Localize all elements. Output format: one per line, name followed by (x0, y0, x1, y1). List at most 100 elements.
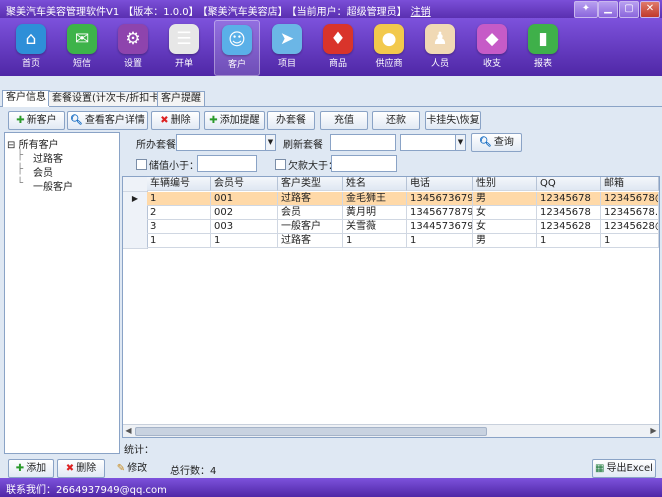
new-customer-button[interactable]: ✚ 新客户 (8, 111, 65, 130)
tree-root[interactable]: ⊟ 所有客户 (7, 136, 59, 151)
tree-item-passerby[interactable]: 过路客 (33, 150, 63, 165)
column-header[interactable]: 邮箱 (601, 177, 659, 191)
table-row[interactable]: 1 1 过路客 1 1 男 1 1 (123, 234, 659, 249)
toolbar-item-3[interactable]: ☰ 开单 (162, 20, 206, 74)
table-row[interactable]: 3 003 一般客户 关雪薇 1344573679 女 12345628 12345628@ (123, 220, 659, 235)
add-button[interactable]: ✚ 添加 (8, 459, 54, 478)
excel-icon: ▦ (595, 463, 605, 474)
table-cell[interactable]: 男 (473, 192, 537, 206)
table-cell[interactable]: 1344573679 (407, 220, 473, 234)
balance-checkbox[interactable] (136, 159, 147, 170)
table-cell[interactable]: 男 (473, 234, 537, 248)
table-cell[interactable]: 1 (343, 234, 407, 248)
tab-package-settings[interactable]: 套餐设置(计次卡/折扣卡) (48, 91, 168, 106)
table-cell[interactable]: 12345628@ (601, 220, 659, 234)
table-cell[interactable]: 003 (211, 220, 278, 234)
row-selector[interactable] (123, 220, 148, 235)
table-cell[interactable]: 1 (147, 234, 211, 248)
maximize-icon[interactable]: ▢ (619, 1, 639, 18)
table-cell[interactable]: 1 (147, 192, 211, 206)
chevron-down-icon[interactable]: ▼ (265, 135, 275, 150)
table-cell[interactable]: 关雪薇 (343, 220, 407, 234)
edit-button[interactable]: ✎ 修改 (108, 459, 156, 478)
repay-button[interactable]: 还款 (372, 111, 420, 130)
table-cell[interactable]: 12345678 (537, 206, 601, 220)
refresh-package-input[interactable] (330, 134, 396, 151)
recharge-button[interactable]: 充值 (320, 111, 368, 130)
table-cell[interactable]: 002 (211, 206, 278, 220)
table-cell[interactable]: 过路客 (278, 234, 343, 248)
table-cell[interactable]: 1 (407, 234, 473, 248)
table-cell[interactable]: 金毛狮王 (343, 192, 407, 206)
table-cell[interactable]: 3 (147, 220, 211, 234)
table-cell[interactable]: 一般客户 (278, 220, 343, 234)
table-cell[interactable]: 1 (211, 234, 278, 248)
debt-input[interactable] (331, 155, 397, 172)
column-header[interactable]: 姓名 (343, 177, 407, 191)
tab-customer-info[interactable]: 客户信息 (2, 90, 50, 107)
row-selector[interactable] (123, 234, 148, 249)
minimize-icon[interactable]: ▁ (598, 1, 618, 18)
scroll-left-icon[interactable]: ◀ (123, 425, 134, 437)
balance-input[interactable] (197, 155, 257, 172)
package-type-select[interactable]: ▼ (400, 134, 466, 151)
current-row-icon[interactable]: ▶ (123, 192, 148, 207)
table-cell[interactable]: 12345678 (537, 192, 601, 206)
table-cell[interactable]: 1 (537, 234, 601, 248)
tree-item-regular[interactable]: 一般客户 (33, 178, 73, 193)
table-cell[interactable]: 过路客 (278, 192, 343, 206)
delete-button[interactable]: ✖ 删除 (57, 459, 105, 478)
close-icon[interactable]: ✕ (640, 1, 660, 18)
column-header[interactable]: QQ (537, 177, 601, 191)
card-loss-button[interactable]: 卡挂失\恢复 (425, 111, 481, 130)
toolbar-item-0[interactable]: ⌂ 首页 (9, 20, 53, 74)
tab-customer-reminder[interactable]: 客户提醒 (157, 91, 205, 106)
table-cell[interactable]: 12345678@ (601, 192, 659, 206)
toolbar-item-4[interactable]: ☺ 客户 (214, 20, 260, 76)
column-header[interactable]: 车辆编号 (147, 177, 211, 191)
column-header[interactable]: 客户类型 (278, 177, 343, 191)
scroll-thumb[interactable] (135, 427, 487, 436)
toolbar-item-9[interactable]: ◆ 收支 (470, 20, 514, 74)
toolbar-item-1[interactable]: ✉ 短信 (60, 20, 104, 74)
toolbar-item-5[interactable]: ➤ 项目 (265, 20, 309, 74)
table-cell[interactable]: 女 (473, 206, 537, 220)
logout-link[interactable]: 注销 (411, 7, 431, 18)
table-cell[interactable]: 001 (211, 192, 278, 206)
table-cell[interactable]: 女 (473, 220, 537, 234)
table-row[interactable]: ▶ 1 001 过路客 金毛狮王 1345673679 男 12345678 12345678@ (123, 192, 659, 207)
table-cell[interactable]: 会员 (278, 206, 343, 220)
table-cell[interactable]: 1 (601, 234, 659, 248)
package-select[interactable]: ▼ (176, 134, 276, 151)
query-button[interactable]: 🔍︎ 查询 (471, 133, 522, 152)
table-cell[interactable]: 黄月明 (343, 206, 407, 220)
toolbar-item-7[interactable]: ● 供应商 (367, 20, 411, 74)
scroll-right-icon[interactable]: ▶ (648, 425, 659, 437)
row-selector[interactable] (123, 206, 148, 221)
table-cell[interactable]: 2 (147, 206, 211, 220)
collapse-icon[interactable]: ⊟ (7, 140, 15, 151)
toolbar-item-10[interactable]: ▮ 报表 (521, 20, 565, 74)
column-header[interactable]: 会员号 (211, 177, 278, 191)
table-cell[interactable]: 12345678... (601, 206, 659, 220)
tree-item-member[interactable]: 会员 (33, 164, 53, 179)
export-excel-button[interactable]: ▦ 导出Excel (592, 459, 656, 478)
toolbar-item-8[interactable]: ♟ 人员 (418, 20, 462, 74)
column-header[interactable]: 性别 (473, 177, 537, 191)
table-cell[interactable]: 12345628 (537, 220, 601, 234)
table-cell[interactable]: 1345677879 (407, 206, 473, 220)
table-row[interactable]: 2 002 会员 黄月明 1345677879 女 12345678 12345678... (123, 206, 659, 221)
horizontal-scrollbar[interactable]: ◀ ▶ (123, 424, 659, 437)
delete-customer-button[interactable]: ✖ 删除 (151, 111, 200, 130)
skin-icon[interactable]: ✦ (574, 1, 598, 18)
debt-checkbox[interactable] (275, 159, 286, 170)
chevron-down-icon[interactable]: ▼ (455, 135, 465, 150)
column-header[interactable]: 电话 (407, 177, 473, 191)
table-cell[interactable]: 1345673679 (407, 192, 473, 206)
toolbar-item-6[interactable]: ♦ 商品 (316, 20, 360, 74)
current-user-label: 【当前用户：超级管理员】 (291, 7, 407, 18)
package-button[interactable]: 办套餐 (267, 111, 315, 130)
view-detail-button[interactable]: 🔍︎ 查看客户详情 (67, 111, 148, 130)
add-reminder-button[interactable]: ✚ 添加提醒 (204, 111, 265, 130)
toolbar-item-2[interactable]: ⚙ 设置 (111, 20, 155, 74)
